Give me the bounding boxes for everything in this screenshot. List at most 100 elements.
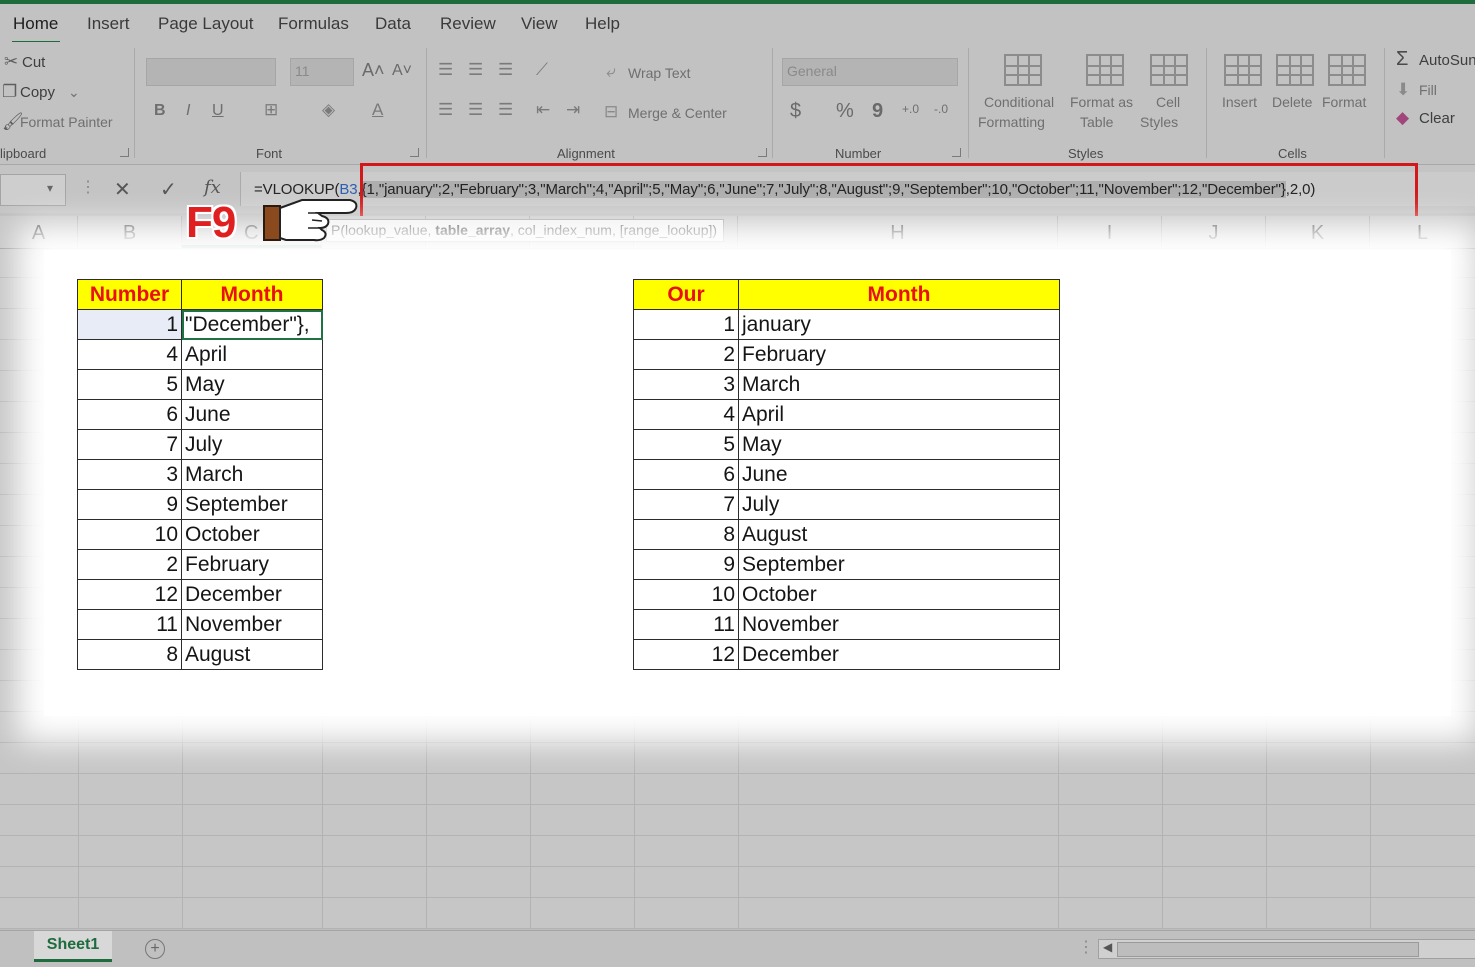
table-cell[interactable]: November — [181, 609, 323, 640]
table-cell[interactable]: 3 — [77, 459, 182, 490]
clipboard-launcher-icon[interactable] — [120, 148, 129, 157]
table-cell[interactable]: September — [738, 549, 1060, 580]
font-name-select[interactable] — [146, 58, 276, 86]
horizontal-scrollbar[interactable]: ◀ — [1098, 939, 1475, 959]
table-cell[interactable]: 2 — [77, 549, 182, 580]
merge-center-button[interactable]: Merge & Center — [628, 105, 727, 121]
insert-cells-button[interactable]: Insert — [1222, 94, 1257, 110]
format-painter-button[interactable]: Format Painter — [20, 114, 113, 130]
decrease-decimal-icon[interactable]: -.0 — [934, 102, 948, 116]
table-cell[interactable]: 12 — [633, 639, 739, 670]
tab-page-layout[interactable]: Page Layout — [158, 14, 253, 34]
tab-help[interactable]: Help — [585, 14, 620, 34]
number-launcher-icon[interactable] — [952, 148, 961, 157]
copy-dropdown-icon[interactable]: ⌄ — [68, 84, 80, 101]
table-cell[interactable]: 10 — [633, 579, 739, 610]
column-header-a[interactable]: A — [0, 216, 78, 248]
insert-function-icon[interactable]: fx — [204, 177, 221, 198]
table-cell[interactable]: August — [181, 639, 323, 670]
header-cell[interactable]: Our — [633, 279, 739, 310]
underline-button[interactable]: U — [212, 102, 224, 120]
tab-data[interactable]: Data — [375, 14, 411, 34]
font-launcher-icon[interactable] — [410, 148, 419, 157]
decrease-indent-icon[interactable]: ⇤ — [536, 100, 550, 120]
table-cell[interactable]: 9 — [633, 549, 739, 580]
table-cell[interactable]: 1 — [633, 309, 739, 340]
increase-font-icon[interactable]: A˄ — [362, 60, 385, 81]
table-cell[interactable]: October — [738, 579, 1060, 610]
scroll-left-icon[interactable]: ◀ — [1103, 940, 1112, 954]
tab-view[interactable]: View — [521, 14, 558, 34]
name-box[interactable]: ▾ — [0, 174, 66, 206]
header-cell[interactable]: Month — [181, 279, 323, 310]
table-cell[interactable]: 11 — [77, 609, 182, 640]
table-cell[interactable]: 8 — [633, 519, 739, 550]
comma-button[interactable]: 9 — [872, 100, 883, 123]
table-cell[interactable]: February — [738, 339, 1060, 370]
table-cell[interactable]: March — [181, 459, 323, 490]
conditional-formatting-label-2[interactable]: Formatting — [978, 114, 1045, 130]
column-header-j[interactable]: J — [1162, 216, 1266, 248]
table-cell[interactable]: June — [181, 399, 323, 430]
header-cell[interactable]: Number — [77, 279, 182, 310]
table-cell[interactable]: 5 — [77, 369, 182, 400]
align-middle-icon[interactable]: ☰ — [468, 60, 483, 80]
table-cell[interactable]: April — [181, 339, 323, 370]
table-cell[interactable]: 3 — [633, 369, 739, 400]
name-box-dropdown-icon[interactable]: ▾ — [47, 181, 53, 195]
align-top-icon[interactable]: ☰ — [438, 60, 453, 80]
align-left-icon[interactable]: ☰ — [438, 100, 453, 120]
table-cell[interactable]: 2 — [633, 339, 739, 370]
table-cell[interactable]: June — [738, 459, 1060, 490]
enter-check-icon[interactable]: ✓ — [160, 177, 177, 202]
table-cell[interactable]: July — [738, 489, 1060, 520]
table-cell[interactable]: May — [181, 369, 323, 400]
scroll-thumb[interactable] — [1117, 942, 1419, 957]
fill-button[interactable]: Fill — [1419, 82, 1437, 98]
cell-c3-active[interactable]: "December"}, — [181, 309, 323, 340]
increase-decimal-icon[interactable]: +.0 — [902, 102, 919, 116]
align-bottom-icon[interactable]: ☰ — [498, 60, 513, 80]
tab-formulas[interactable]: Formulas — [278, 14, 349, 34]
table-cell[interactable]: 8 — [77, 639, 182, 670]
column-header-l[interactable]: L — [1370, 216, 1475, 248]
format-as-table-label-2[interactable]: Table — [1080, 114, 1113, 130]
delete-cells-button[interactable]: Delete — [1272, 94, 1312, 110]
tab-insert[interactable]: Insert — [87, 14, 130, 34]
table-cell[interactable]: 9 — [77, 489, 182, 520]
clear-button[interactable]: Clear — [1419, 110, 1455, 127]
column-header-b[interactable]: B — [78, 216, 182, 248]
table-cell[interactable]: July — [181, 429, 323, 460]
alignment-launcher-icon[interactable] — [758, 148, 767, 157]
table-cell[interactable]: 10 — [77, 519, 182, 550]
percent-button[interactable]: % — [836, 100, 854, 123]
fill-color-icon[interactable]: ◈ — [322, 100, 335, 120]
column-header-h[interactable]: H — [738, 216, 1058, 248]
tab-split-grip-icon[interactable]: ⋮ — [1078, 937, 1094, 957]
column-header-i[interactable]: I — [1058, 216, 1162, 248]
cell-styles-label-1[interactable]: Cell — [1156, 94, 1180, 110]
sheet-tab[interactable]: Sheet1 — [34, 931, 112, 962]
number-format-select[interactable]: General — [782, 58, 958, 86]
increase-indent-icon[interactable]: ⇥ — [566, 100, 580, 120]
table-cell[interactable]: May — [738, 429, 1060, 460]
cell-b3[interactable]: 1 — [77, 309, 182, 340]
cell-styles-label-2[interactable]: Styles — [1140, 114, 1178, 130]
cancel-icon[interactable]: ✕ — [114, 177, 131, 202]
table-cell[interactable]: 4 — [77, 339, 182, 370]
copy-button[interactable]: Copy — [20, 84, 55, 101]
table-cell[interactable]: january — [738, 309, 1060, 340]
add-sheet-icon[interactable]: + — [145, 939, 165, 959]
table-cell[interactable]: February — [181, 549, 323, 580]
table-cell[interactable]: April — [738, 399, 1060, 430]
table-cell[interactable]: October — [181, 519, 323, 550]
table-cell[interactable]: November — [738, 609, 1060, 640]
table-cell[interactable]: 12 — [77, 579, 182, 610]
font-size-select[interactable]: 11 — [290, 58, 354, 86]
table-cell[interactable]: 6 — [77, 399, 182, 430]
decrease-font-icon[interactable]: A˅ — [392, 62, 412, 80]
table-cell[interactable]: March — [738, 369, 1060, 400]
tab-home[interactable]: Home — [13, 14, 58, 34]
align-center-icon[interactable]: ☰ — [468, 100, 483, 120]
table-cell[interactable]: 11 — [633, 609, 739, 640]
